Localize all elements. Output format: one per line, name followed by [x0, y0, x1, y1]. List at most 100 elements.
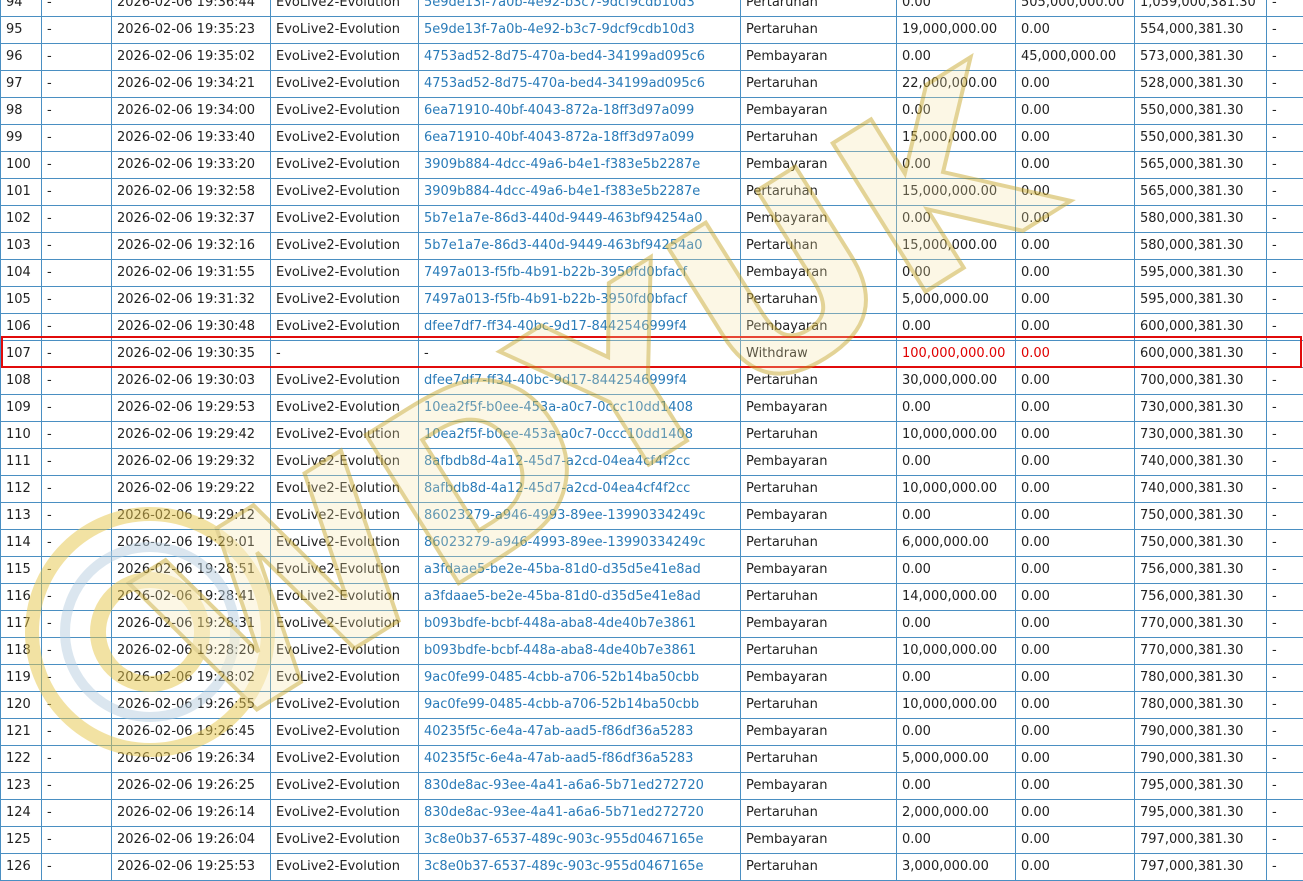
cell-timestamp: 2026-02-06 19:28:02: [112, 665, 271, 692]
table-row[interactable]: 120-2026-02-06 19:26:55EvoLive2-Evolutio…: [1, 692, 1303, 719]
table-row[interactable]: 101-2026-02-06 19:32:58EvoLive2-Evolutio…: [1, 179, 1303, 206]
table-row[interactable]: 125-2026-02-06 19:26:04EvoLive2-Evolutio…: [1, 827, 1303, 854]
cell-reference-id[interactable]: 3909b884-4dcc-49a6-b4e1-f383e5b2287e: [419, 179, 741, 206]
cell-row-number: 106: [1, 314, 42, 341]
cell-reference-id[interactable]: 3909b884-4dcc-49a6-b4e1-f383e5b2287e: [419, 152, 741, 179]
table-row[interactable]: 105-2026-02-06 19:31:32EvoLive2-Evolutio…: [1, 287, 1303, 314]
cell-row-number: 95: [1, 17, 42, 44]
cell-reference-id[interactable]: b093bdfe-bcbf-448a-aba8-4de40b7e3861: [419, 611, 741, 638]
cell-reference-id[interactable]: 830de8ac-93ee-4a41-a6a6-5b71ed272720: [419, 773, 741, 800]
table-row[interactable]: 106-2026-02-06 19:30:48EvoLive2-Evolutio…: [1, 314, 1303, 341]
cell-reference-id[interactable]: 3c8e0b37-6537-489c-903c-955d0467165e: [419, 827, 741, 854]
table-row[interactable]: 97-2026-02-06 19:34:21EvoLive2-Evolution…: [1, 71, 1303, 98]
cell-reference-id[interactable]: 5b7e1a7e-86d3-440d-9449-463bf94254a0: [419, 233, 741, 260]
cell-reference-id[interactable]: b093bdfe-bcbf-448a-aba8-4de40b7e3861: [419, 638, 741, 665]
table-row[interactable]: 122-2026-02-06 19:26:34EvoLive2-Evolutio…: [1, 746, 1303, 773]
table-row[interactable]: 99-2026-02-06 19:33:40EvoLive2-Evolution…: [1, 125, 1303, 152]
cell-reference-id[interactable]: 10ea2f5f-b0ee-453a-a0c7-0ccc10dd1408: [419, 395, 741, 422]
table-row[interactable]: 123-2026-02-06 19:26:25EvoLive2-Evolutio…: [1, 773, 1303, 800]
cell-credit-amount: 0.00: [1016, 584, 1135, 611]
cell-reference-id[interactable]: 830de8ac-93ee-4a41-a6a6-5b71ed272720: [419, 800, 741, 827]
table-row[interactable]: 119-2026-02-06 19:28:02EvoLive2-Evolutio…: [1, 665, 1303, 692]
cell-placeholder: -: [42, 341, 112, 368]
table-row[interactable]: 94-2026-02-06 19:36:44EvoLive2-Evolution…: [1, 0, 1303, 17]
cell-credit-amount: 0.00: [1016, 179, 1135, 206]
cell-extra: -: [1267, 179, 1303, 206]
cell-extra: -: [1267, 125, 1303, 152]
cell-reference-id[interactable]: 8afbdb8d-4a12-45d7-a2cd-04ea4cf4f2cc: [419, 476, 741, 503]
table-row[interactable]: 104-2026-02-06 19:31:55EvoLive2-Evolutio…: [1, 260, 1303, 287]
cell-reference-id[interactable]: 6ea71910-40bf-4043-872a-18ff3d97a099: [419, 125, 741, 152]
cell-debit-amount: 0.00: [897, 719, 1016, 746]
table-row[interactable]: 117-2026-02-06 19:28:31EvoLive2-Evolutio…: [1, 611, 1303, 638]
table-row[interactable]: 124-2026-02-06 19:26:14EvoLive2-Evolutio…: [1, 800, 1303, 827]
cell-reference-id[interactable]: 5e9de13f-7a0b-4e92-b3c7-9dcf9cdb10d3: [419, 17, 741, 44]
cell-reference-id[interactable]: 9ac0fe99-0485-4cbb-a706-52b14ba50cbb: [419, 692, 741, 719]
table-row[interactable]: 95-2026-02-06 19:35:23EvoLive2-Evolution…: [1, 17, 1303, 44]
table-row[interactable]: 96-2026-02-06 19:35:02EvoLive2-Evolution…: [1, 44, 1303, 71]
cell-debit-amount: 0.00: [897, 827, 1016, 854]
cell-reference-id[interactable]: 10ea2f5f-b0ee-453a-a0c7-0ccc10dd1408: [419, 422, 741, 449]
cell-reference-id[interactable]: 7497a013-f5fb-4b91-b22b-3950fd0bfacf: [419, 260, 741, 287]
cell-transaction-type: Pembayaran: [741, 773, 897, 800]
cell-reference-id[interactable]: a3fdaae5-be2e-45ba-81d0-d35d5e41e8ad: [419, 557, 741, 584]
table-row[interactable]: 114-2026-02-06 19:29:01EvoLive2-Evolutio…: [1, 530, 1303, 557]
cell-credit-amount: 0.00: [1016, 665, 1135, 692]
cell-debit-amount: 0.00: [897, 449, 1016, 476]
cell-reference-id[interactable]: 5b7e1a7e-86d3-440d-9449-463bf94254a0: [419, 206, 741, 233]
cell-placeholder: -: [42, 98, 112, 125]
table-row[interactable]: 115-2026-02-06 19:28:51EvoLive2-Evolutio…: [1, 557, 1303, 584]
cell-row-number: 118: [1, 638, 42, 665]
cell-reference-id[interactable]: 4753ad52-8d75-470a-bed4-34199ad095c6: [419, 44, 741, 71]
cell-balance: 565,000,381.30: [1135, 152, 1267, 179]
table-row[interactable]: 100-2026-02-06 19:33:20EvoLive2-Evolutio…: [1, 152, 1303, 179]
table-row[interactable]: 110-2026-02-06 19:29:42EvoLive2-Evolutio…: [1, 422, 1303, 449]
table-row[interactable]: 121-2026-02-06 19:26:45EvoLive2-Evolutio…: [1, 719, 1303, 746]
cell-reference-id[interactable]: dfee7df7-ff34-40bc-9d17-8442546999f4: [419, 368, 741, 395]
cell-extra: -: [1267, 503, 1303, 530]
cell-debit-amount: 10,000,000.00: [897, 422, 1016, 449]
cell-game-provider: EvoLive2-Evolution: [271, 692, 419, 719]
table-row-highlighted[interactable]: 107-2026-02-06 19:30:35--Withdraw100,000…: [1, 341, 1303, 368]
table-row[interactable]: 102-2026-02-06 19:32:37EvoLive2-Evolutio…: [1, 206, 1303, 233]
cell-extra: -: [1267, 206, 1303, 233]
table-row[interactable]: 112-2026-02-06 19:29:22EvoLive2-Evolutio…: [1, 476, 1303, 503]
cell-reference-id[interactable]: 5e9de13f-7a0b-4e92-b3c7-9dcf9cdb10d3: [419, 0, 741, 17]
cell-reference-id[interactable]: 86023279-a946-4993-89ee-13990334249c: [419, 530, 741, 557]
cell-balance: 595,000,381.30: [1135, 260, 1267, 287]
table-row[interactable]: 118-2026-02-06 19:28:20EvoLive2-Evolutio…: [1, 638, 1303, 665]
cell-reference-id[interactable]: 4753ad52-8d75-470a-bed4-34199ad095c6: [419, 71, 741, 98]
cell-row-number: 101: [1, 179, 42, 206]
cell-reference-id[interactable]: 9ac0fe99-0485-4cbb-a706-52b14ba50cbb: [419, 665, 741, 692]
cell-reference-id[interactable]: 6ea71910-40bf-4043-872a-18ff3d97a099: [419, 98, 741, 125]
cell-credit-amount: 0.00: [1016, 773, 1135, 800]
cell-credit-amount: 0.00: [1016, 503, 1135, 530]
cell-row-number: 105: [1, 287, 42, 314]
cell-balance: 797,000,381.30: [1135, 854, 1267, 881]
cell-reference-id[interactable]: 86023279-a946-4993-89ee-13990334249c: [419, 503, 741, 530]
cell-reference-id[interactable]: 8afbdb8d-4a12-45d7-a2cd-04ea4cf4f2cc: [419, 449, 741, 476]
cell-reference-id[interactable]: 40235f5c-6e4a-47ab-aad5-f86df36a5283: [419, 746, 741, 773]
table-row[interactable]: 116-2026-02-06 19:28:41EvoLive2-Evolutio…: [1, 584, 1303, 611]
cell-timestamp: 2026-02-06 19:35:23: [112, 17, 271, 44]
transaction-table-viewport[interactable]: 94-2026-02-06 19:36:44EvoLive2-Evolution…: [0, 0, 1303, 881]
cell-balance: 565,000,381.30: [1135, 179, 1267, 206]
cell-reference-id[interactable]: 7497a013-f5fb-4b91-b22b-3950fd0bfacf: [419, 287, 741, 314]
cell-transaction-type: Pembayaran: [741, 557, 897, 584]
cell-debit-amount: 0.00: [897, 98, 1016, 125]
cell-credit-amount: 0.00: [1016, 341, 1135, 368]
table-row[interactable]: 108-2026-02-06 19:30:03EvoLive2-Evolutio…: [1, 368, 1303, 395]
cell-extra: -: [1267, 800, 1303, 827]
table-row[interactable]: 111-2026-02-06 19:29:32EvoLive2-Evolutio…: [1, 449, 1303, 476]
cell-reference-id[interactable]: 3c8e0b37-6537-489c-903c-955d0467165e: [419, 854, 741, 881]
cell-balance: 1,059,000,381.30: [1135, 0, 1267, 17]
table-row[interactable]: 98-2026-02-06 19:34:00EvoLive2-Evolution…: [1, 98, 1303, 125]
table-row[interactable]: 103-2026-02-06 19:32:16EvoLive2-Evolutio…: [1, 233, 1303, 260]
cell-reference-id[interactable]: 40235f5c-6e4a-47ab-aad5-f86df36a5283: [419, 719, 741, 746]
cell-reference-id[interactable]: a3fdaae5-be2e-45ba-81d0-d35d5e41e8ad: [419, 584, 741, 611]
table-row[interactable]: 113-2026-02-06 19:29:12EvoLive2-Evolutio…: [1, 503, 1303, 530]
table-row[interactable]: 126-2026-02-06 19:25:53EvoLive2-Evolutio…: [1, 854, 1303, 881]
cell-reference-id[interactable]: dfee7df7-ff34-40bc-9d17-8442546999f4: [419, 314, 741, 341]
table-row[interactable]: 109-2026-02-06 19:29:53EvoLive2-Evolutio…: [1, 395, 1303, 422]
cell-transaction-type: Pembayaran: [741, 98, 897, 125]
